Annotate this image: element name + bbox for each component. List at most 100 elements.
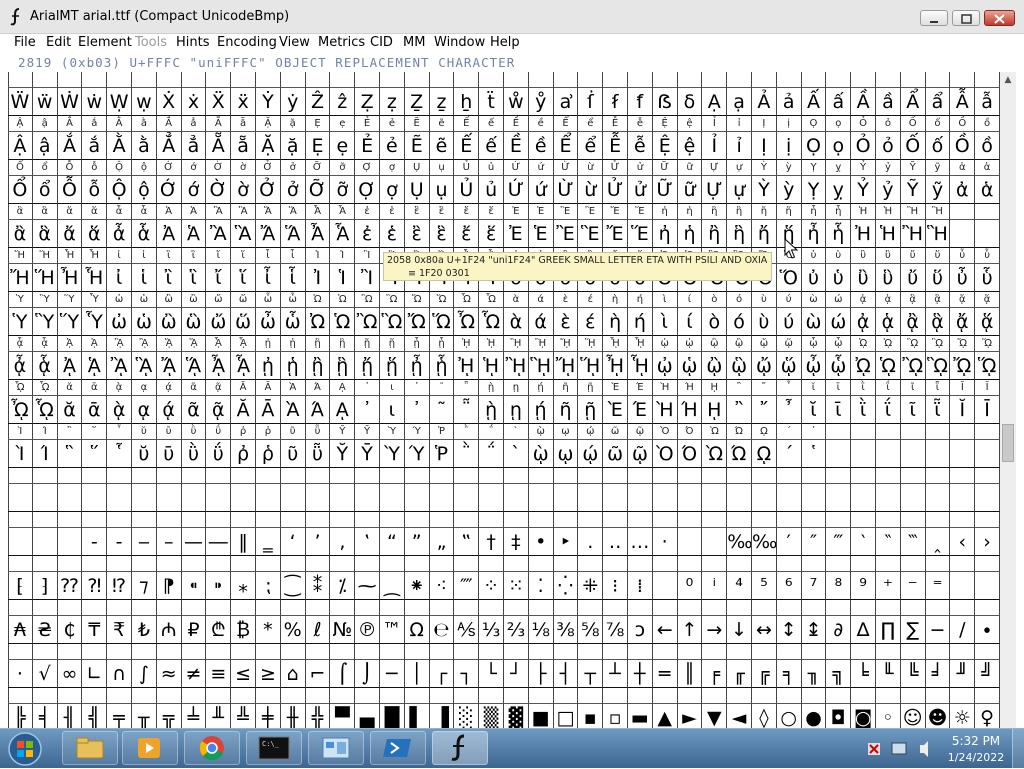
glyph-cell[interactable]: ▄ <box>355 704 380 728</box>
glyph-cell[interactable]: ὼ <box>801 308 827 336</box>
glyph-cell[interactable]: ᾕ <box>380 352 405 380</box>
glyph-cell[interactable]: ► <box>678 704 703 728</box>
glyph-label-cell[interactable] <box>578 72 604 88</box>
glyph-label-cell[interactable]: ῌ <box>702 380 728 396</box>
glyph-cell[interactable]: ” <box>404 528 430 556</box>
glyph-label-cell[interactable] <box>553 644 579 660</box>
glyph-cell[interactable]: › <box>975 528 1000 556</box>
glyph-label-cell[interactable]: ὰ <box>504 292 529 308</box>
glyph-label-cell[interactable] <box>206 644 232 660</box>
glyph-label-cell[interactable]: Ỷ <box>851 160 876 176</box>
glyph-cell[interactable]: ᾉ <box>82 352 108 380</box>
glyph-label-cell[interactable]: ử <box>628 160 653 176</box>
glyph-label-cell[interactable] <box>256 468 281 484</box>
glyph-label-cell[interactable] <box>925 468 951 484</box>
glyph-cell[interactable] <box>280 484 306 512</box>
glyph-cell[interactable]: ‟ <box>454 528 480 556</box>
glyph-label-cell[interactable]: ủ <box>479 160 504 176</box>
glyph-label-cell[interactable]: ự <box>727 160 752 176</box>
glyph-label-cell[interactable] <box>429 600 455 616</box>
glyph-cell[interactable]: ẙ <box>528 88 554 116</box>
glyph-cell[interactable]: ồ <box>975 132 1000 160</box>
glyph-label-cell[interactable] <box>454 72 480 88</box>
glyph-label-cell[interactable]: ὔ <box>900 248 926 264</box>
glyph-label-cell[interactable]: Ᾱ <box>256 380 281 396</box>
glyph-cell[interactable]: ὒ <box>851 264 876 292</box>
glyph-cell[interactable]: ẽ <box>429 132 455 160</box>
glyph-label-cell[interactable] <box>826 424 852 440</box>
glyph-label-cell[interactable]: ῁ <box>454 380 480 396</box>
glyph-label-cell[interactable]: ẵ <box>231 116 256 132</box>
glyph-cell[interactable]: Ẻ <box>355 132 380 160</box>
glyph-cell[interactable]: “ <box>380 528 405 556</box>
glyph-cell[interactable]: ῍ <box>727 396 752 424</box>
glyph-label-cell[interactable]: ᾙ <box>479 336 504 352</box>
glyph-cell[interactable]: Ị <box>752 132 777 160</box>
glyph-label-cell[interactable] <box>603 72 628 88</box>
glyph-label-cell[interactable] <box>603 688 628 704</box>
glyph-cell[interactable]: ὡ <box>132 308 157 336</box>
glyph-label-cell[interactable]: ῧ <box>305 424 331 440</box>
glyph-label-cell[interactable]: Ἇ <box>330 204 356 220</box>
glyph-cell[interactable]: ‧ <box>652 528 678 556</box>
glyph-cell[interactable] <box>702 484 728 512</box>
glyph-cell[interactable]: ẳ <box>181 132 207 160</box>
glyph-cell[interactable]: ᾍ <box>181 352 207 380</box>
glyph-label-cell[interactable] <box>553 556 579 572</box>
glyph-label-cell[interactable]: ẳ <box>181 116 207 132</box>
glyph-label-cell[interactable] <box>256 688 281 704</box>
glyph-label-cell[interactable]: ᾣ <box>727 336 752 352</box>
glyph-label-cell[interactable]: Ώ <box>727 424 752 440</box>
glyph-label-cell[interactable] <box>8 600 33 616</box>
glyph-label-cell[interactable] <box>826 688 852 704</box>
glyph-cell[interactable]: Ῥ <box>429 440 455 468</box>
glyph-cell[interactable]: ᾽ <box>355 396 380 424</box>
glyph-label-cell[interactable]: ᾚ <box>504 336 529 352</box>
glyph-label-cell[interactable] <box>900 424 926 440</box>
glyph-cell[interactable]: ợ <box>380 176 405 204</box>
glyph-cell[interactable]: ╖ <box>801 660 827 688</box>
glyph-label-cell[interactable] <box>454 600 480 616</box>
glyph-label-cell[interactable]: Ἒ <box>553 204 579 220</box>
glyph-cell[interactable]: ⁹ <box>851 572 876 600</box>
glyph-label-cell[interactable]: ἡ <box>677 204 703 220</box>
glyph-cell[interactable]: ‥ <box>603 528 628 556</box>
glyph-cell[interactable]: Ἲ <box>355 264 380 292</box>
glyph-label-cell[interactable] <box>479 556 504 572</box>
glyph-label-cell[interactable]: ἲ <box>156 248 182 264</box>
glyph-label-cell[interactable]: ᾓ <box>330 336 356 352</box>
glyph-grid[interactable]: ẄẅẆẇẈẉẊẋẌẍẎẏẐẑẒẓẔẕẖẗẘẙẚẛẜẝẞẟẠạẢảẤấẦầẨẩẪẫ… <box>8 72 1000 728</box>
glyph-label-cell[interactable] <box>553 600 579 616</box>
glyph-label-cell[interactable]: ᾡ <box>677 336 703 352</box>
glyph-cell[interactable]: ᾞ <box>603 352 628 380</box>
glyph-label-cell[interactable]: ẻ <box>380 116 405 132</box>
glyph-label-cell[interactable]: Ὡ <box>330 292 356 308</box>
glyph-cell[interactable]: ῳ <box>553 440 579 468</box>
glyph-label-cell[interactable]: ῶ <box>603 424 628 440</box>
glyph-cell[interactable]: ᾏ <box>231 352 256 380</box>
glyph-label-cell[interactable] <box>702 688 728 704</box>
glyph-cell[interactable]: ‚ <box>330 528 356 556</box>
glyph-cell[interactable]: ῏ <box>776 396 802 424</box>
glyph-label-cell[interactable] <box>330 556 356 572</box>
glyph-cell[interactable]: ụ <box>429 176 455 204</box>
glyph-cell[interactable]: ☼ <box>950 704 976 728</box>
glyph-cell[interactable]: ` <box>504 440 529 468</box>
glyph-label-cell[interactable] <box>132 72 157 88</box>
menu-element[interactable]: Element <box>78 35 132 50</box>
glyph-label-cell[interactable]: ỵ <box>826 160 852 176</box>
glyph-cell[interactable]: ‴ <box>826 528 852 556</box>
glyph-label-cell[interactable]: ῴ <box>578 424 604 440</box>
glyph-label-cell[interactable]: ᾷ <box>206 380 232 396</box>
glyph-cell[interactable] <box>950 440 976 468</box>
glyph-cell[interactable] <box>57 528 83 556</box>
glyph-cell[interactable]: ὥ <box>231 308 256 336</box>
glyph-cell[interactable]: ὤ <box>206 308 232 336</box>
glyph-cell[interactable]: Ố <box>900 132 926 160</box>
glyph-label-cell[interactable]: ể <box>578 116 604 132</box>
glyph-cell[interactable]: ₺ <box>132 616 157 644</box>
glyph-label-cell[interactable]: ὡ <box>132 292 157 308</box>
glyph-cell[interactable]: ‑ <box>107 528 132 556</box>
glyph-cell[interactable]: ὸ <box>702 308 728 336</box>
glyph-label-cell[interactable]: ồ <box>975 116 1000 132</box>
